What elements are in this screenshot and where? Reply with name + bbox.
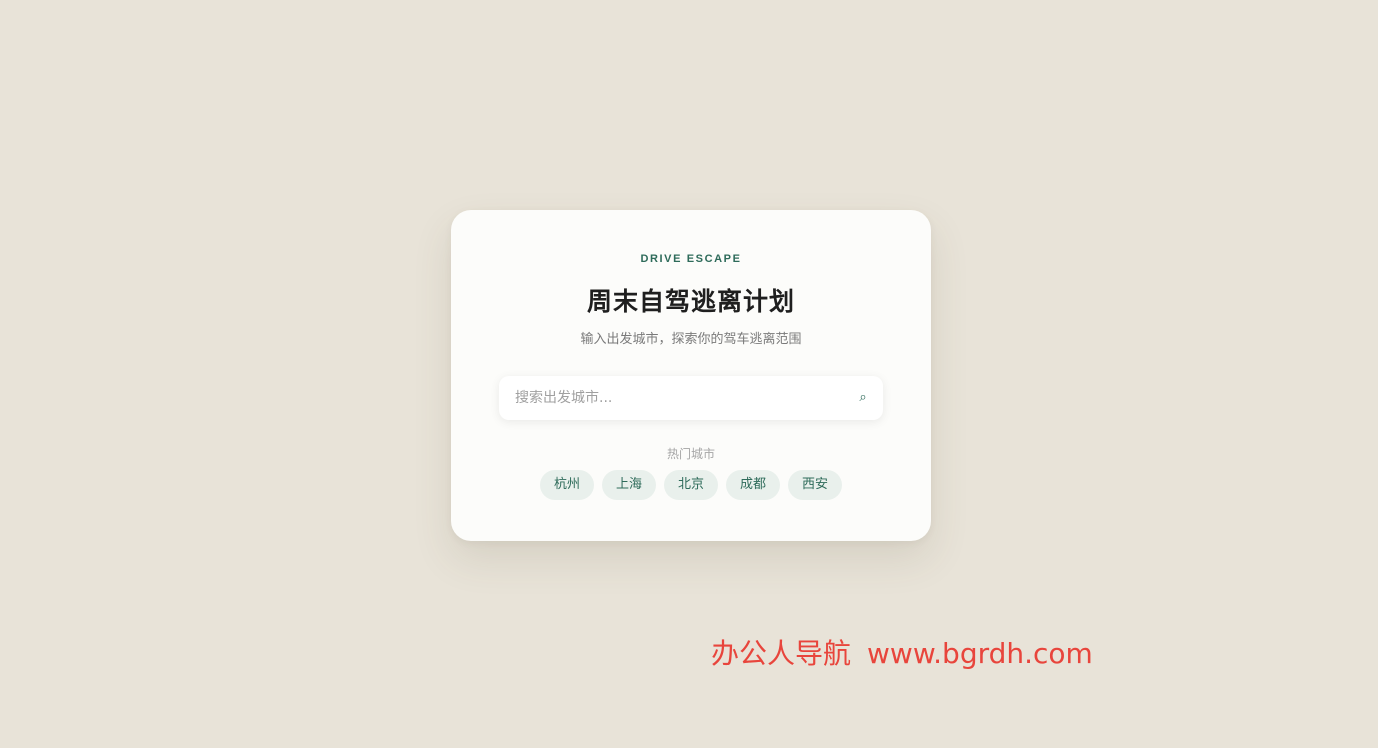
watermark-name: 办公人导航 [711, 637, 852, 670]
watermark-url: www.bgrdh.com [867, 637, 1093, 670]
page-subtitle: 输入出发城市，探索你的驾车逃离范围 [580, 332, 802, 347]
hot-cities-label: 热门城市 [666, 447, 715, 461]
page-title: 周末自驾逃离计划 [586, 287, 795, 316]
eyebrow-label: DRIVE ESCAPE [640, 253, 742, 265]
city-chip-shanghai[interactable]: 上海 [602, 470, 656, 500]
page: DRIVE ESCAPE 周末自驾逃离计划 输入出发城市，探索你的驾车逃离范围 … [0, 0, 1378, 748]
city-chip-hangzhou[interactable]: 杭州 [540, 470, 594, 500]
city-chip-beijing[interactable]: 北京 [664, 470, 718, 500]
hot-cities-list: 杭州 上海 北京 成都 西安 [451, 470, 931, 500]
search-icon[interactable]: ⌕ [855, 389, 871, 407]
watermark: 办公人导航 www.bgrdh.com [711, 632, 1093, 672]
search-input[interactable] [499, 376, 839, 420]
search-box: ⌕ [499, 376, 883, 420]
city-chip-chengdu[interactable]: 成都 [726, 470, 780, 500]
city-chip-xian[interactable]: 西安 [788, 470, 842, 500]
search-card: DRIVE ESCAPE 周末自驾逃离计划 输入出发城市，探索你的驾车逃离范围 … [451, 210, 931, 541]
